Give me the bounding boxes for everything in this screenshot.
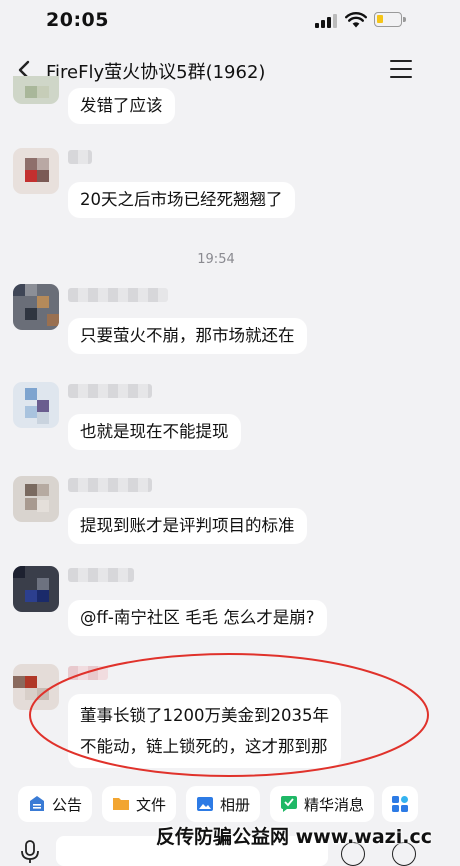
sender-name bbox=[68, 478, 152, 492]
album-label: 相册 bbox=[220, 795, 251, 814]
message-bubble[interactable]: 提现到账才是评判项目的标准 bbox=[68, 508, 307, 544]
menu-icon[interactable] bbox=[390, 60, 412, 79]
message-bubble[interactable]: 也就是现在不能提现 bbox=[68, 414, 241, 450]
chat-title[interactable]: FireFly萤火协议5群(1962) bbox=[46, 58, 265, 84]
annotation-oval bbox=[29, 653, 429, 777]
avatar[interactable] bbox=[13, 382, 59, 428]
files-button[interactable]: 文件 bbox=[102, 786, 176, 822]
highlights-label: 精华消息 bbox=[304, 795, 365, 814]
announcement-button[interactable]: 公告 bbox=[18, 786, 92, 822]
battery-icon bbox=[374, 12, 406, 27]
more-apps-button[interactable] bbox=[382, 786, 418, 822]
status-time: 20:05 bbox=[46, 9, 109, 31]
highlights-button[interactable]: 精华消息 bbox=[270, 786, 374, 822]
avatar[interactable] bbox=[13, 476, 59, 522]
sender-name bbox=[68, 568, 134, 582]
grid-icon bbox=[392, 796, 408, 812]
message-bubble[interactable]: 发错了应该 bbox=[68, 88, 175, 124]
message-timestamp: 19:54 bbox=[197, 252, 235, 267]
announcement-icon bbox=[30, 796, 44, 811]
message-bubble[interactable]: 只要萤火不崩，那市场就还在 bbox=[68, 318, 307, 354]
sender-name bbox=[68, 384, 152, 398]
signal-icon bbox=[315, 14, 337, 28]
quick-toolbar: 公告 文件 相册 精华消息 bbox=[0, 782, 460, 826]
files-label: 文件 bbox=[136, 795, 167, 814]
announcement-label: 公告 bbox=[52, 795, 83, 814]
chat-header: FireFly萤火协议5群(1962) bbox=[0, 46, 460, 92]
message-bubble[interactable]: 20天之后市场已经死翘翘了 bbox=[68, 182, 295, 218]
status-bar: 20:05 bbox=[0, 0, 460, 42]
sender-name bbox=[68, 288, 168, 302]
wifi-icon bbox=[345, 12, 367, 28]
highlights-icon bbox=[281, 796, 297, 812]
avatar[interactable] bbox=[13, 148, 59, 194]
avatar[interactable] bbox=[13, 284, 59, 330]
message-bubble[interactable]: @ff-南宁社区 毛毛 怎么才是崩? bbox=[68, 600, 327, 636]
sender-name bbox=[68, 150, 92, 164]
avatar[interactable] bbox=[13, 566, 59, 612]
album-button[interactable]: 相册 bbox=[186, 786, 260, 822]
microphone-icon[interactable] bbox=[20, 840, 40, 864]
album-icon bbox=[197, 797, 213, 811]
folder-icon bbox=[113, 798, 129, 810]
watermark: 反传防骗公益网 www.wazi.cc bbox=[156, 826, 432, 848]
avatar[interactable] bbox=[13, 76, 59, 104]
